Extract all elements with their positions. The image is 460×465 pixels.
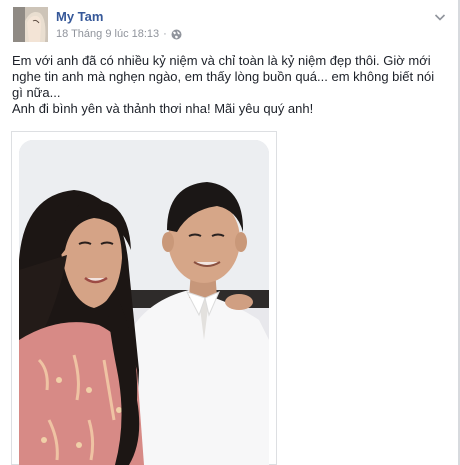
post-text-paragraph-1: Em với anh đã có nhiều kỷ niệm và chỉ to…: [12, 53, 435, 100]
post-text-paragraph-2: Anh đi bình yên và thảnh thơi nha! Mãi y…: [12, 101, 314, 116]
avatar-image: [13, 7, 48, 42]
post-timestamp[interactable]: 18 Tháng 9 lúc 18:13: [56, 28, 159, 40]
meta-separator: ·: [163, 28, 167, 40]
avatar[interactable]: [13, 7, 48, 42]
chevron-down-icon[interactable]: [434, 10, 446, 22]
post-body: Em với anh đã có nhiều kỷ niệm và chỉ to…: [12, 53, 444, 117]
author-name[interactable]: My Tam: [56, 9, 103, 24]
post-photo[interactable]: [19, 140, 269, 465]
post-meta: 18 Tháng 9 lúc 18:13 ·: [56, 28, 182, 40]
globe-icon[interactable]: [171, 29, 182, 40]
facebook-post: My Tam 18 Tháng 9 lúc 18:13 · Em với anh…: [0, 0, 460, 465]
